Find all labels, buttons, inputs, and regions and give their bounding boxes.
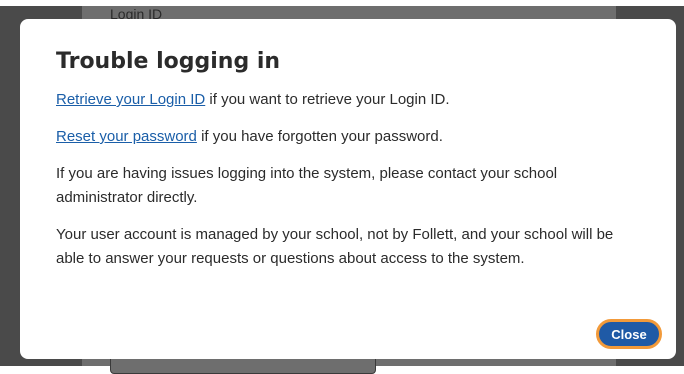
reset-password-link[interactable]: Reset your password <box>56 128 197 145</box>
close-button[interactable]: Close <box>596 319 662 349</box>
account-paragraph: Your user account is managed by your sch… <box>56 226 614 267</box>
trouble-logging-in-dialog: Trouble logging in Retrieve your Login I… <box>20 19 676 359</box>
issues-paragraph: If you are having issues logging into th… <box>56 165 558 206</box>
dialog-title: Trouble logging in <box>56 49 281 74</box>
retrieve-login-text: if you want to retrieve your Login ID. <box>205 91 450 108</box>
retrieve-login-paragraph: Retrieve your Login ID if you want to re… <box>56 88 640 112</box>
reset-password-text: if you have forgotten your password. <box>196 128 443 145</box>
reset-password-paragraph: Reset your password if you have forgotte… <box>56 125 640 149</box>
retrieve-login-id-link[interactable]: Retrieve your Login ID <box>56 91 205 108</box>
